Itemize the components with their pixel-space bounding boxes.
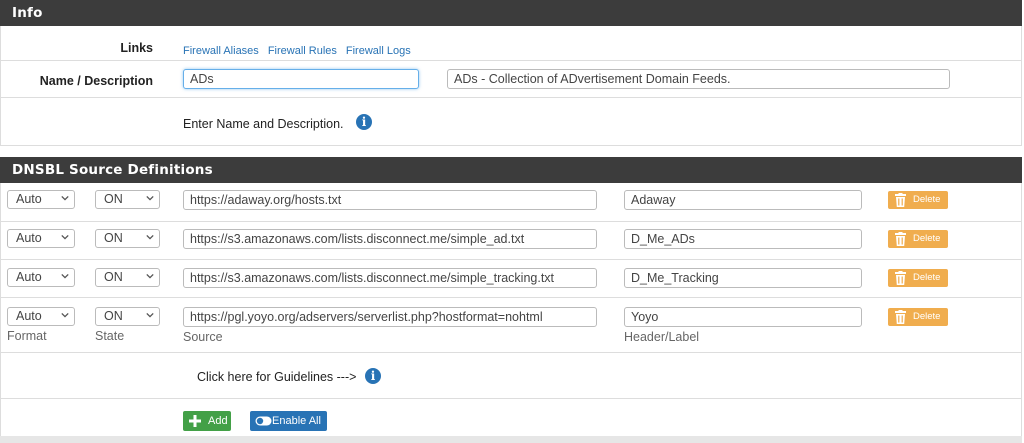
source-row: Auto ON https://s3.amazonaws.com/lists.d… [1,259,1021,298]
source-row: Auto ON https://s3.amazonaws.com/lists.d… [1,221,1021,260]
scroll-edge [0,436,1022,443]
chevron-down-icon [146,273,154,279]
source-url-input[interactable]: https://pgl.yoyo.org/adservers/serverlis… [183,307,597,327]
state-value: ON [104,270,123,284]
delete-button[interactable]: Delete [888,191,948,209]
state-value: ON [104,231,123,245]
guidelines-text[interactable]: Click here for Guidelines ---> [197,370,356,384]
state-select[interactable]: ON [95,190,160,209]
header-label-input[interactable]: D_Me_Tracking [624,268,862,288]
chevron-down-icon [61,273,69,279]
delete-label: Delete [913,194,941,205]
format-select[interactable]: Auto [7,229,75,248]
format-caption: Format [7,329,47,343]
format-select[interactable]: Auto [7,307,75,326]
name-description-row: Name / Description ADs ADs - Collection … [1,61,1021,98]
name-help-row: Enter Name and Description. i [1,98,1021,146]
links-row: Links Firewall Aliases Firewall Rules Fire… [1,26,1021,61]
chevron-down-icon [146,234,154,240]
delete-button[interactable]: Delete [888,308,948,326]
source-row: Auto ON https://adaway.org/hosts.txt Ada… [1,183,1021,222]
source-url-input[interactable]: https://s3.amazonaws.com/lists.disconnec… [183,268,597,288]
delete-button[interactable]: Delete [888,269,948,287]
format-select[interactable]: Auto [7,268,75,287]
info-icon[interactable]: i [356,114,372,130]
chevron-down-icon [61,312,69,318]
format-value: Auto [16,270,42,284]
state-select[interactable]: ON [95,268,160,287]
firewall-logs-link[interactable]: Firewall Logs [346,45,411,57]
guidelines-row: Click here for Guidelines ---> i [1,352,1021,399]
dnsbl-panel: DNSBL Source Definitions Auto ON https:/… [0,157,1022,443]
plus-icon [189,415,201,427]
trash-icon [895,193,906,207]
source-url-input[interactable]: https://s3.amazonaws.com/lists.disconnec… [183,229,597,249]
toggle-icon [255,416,272,426]
delete-label: Delete [913,233,941,244]
format-value: Auto [16,192,42,206]
state-select[interactable]: ON [95,307,160,326]
delete-button[interactable]: Delete [888,230,948,248]
state-value: ON [104,309,123,323]
name-description-label: Name / Description [39,74,153,88]
trash-icon [895,232,906,246]
chevron-down-icon [61,234,69,240]
enable-all-label: Enable All [272,415,321,427]
name-input[interactable]: ADs [183,69,419,89]
description-input[interactable]: ADs - Collection of ADvertisement Domain… [447,69,950,89]
info-panel: Info Links Firewall Aliases Firewall Rule… [0,0,1022,146]
state-value: ON [104,192,123,206]
trash-icon [895,271,906,285]
format-value: Auto [16,309,42,323]
info-panel-title: Info [0,0,1022,26]
links-group: Firewall Aliases Firewall Rules Firewall L… [183,42,420,57]
chevron-down-icon [146,195,154,201]
header-label-input[interactable]: Yoyo [624,307,862,327]
state-select[interactable]: ON [95,229,160,248]
name-help-text: Enter Name and Description. [183,117,344,131]
firewall-aliases-link[interactable]: Firewall Aliases [183,45,259,57]
chevron-down-icon [61,195,69,201]
firewall-rules-link[interactable]: Firewall Rules [268,45,337,57]
info-icon[interactable]: i [365,368,381,384]
header-label-input[interactable]: D_Me_ADs [624,229,862,249]
enable-all-button[interactable]: Enable All [250,411,327,431]
dnsbl-panel-title: DNSBL Source Definitions [0,157,1022,183]
chevron-down-icon [146,312,154,318]
format-value: Auto [16,231,42,245]
source-caption: Source [183,330,223,344]
delete-label: Delete [913,272,941,283]
source-row: Auto ON https://pgl.yoyo.org/adservers/s… [1,297,1021,353]
add-button[interactable]: Add [183,411,231,431]
trash-icon [895,310,906,324]
delete-label: Delete [913,311,941,322]
header-label-input[interactable]: Adaway [624,190,862,210]
format-select[interactable]: Auto [7,190,75,209]
links-label: Links [120,41,153,55]
source-url-input[interactable]: https://adaway.org/hosts.txt [183,190,597,210]
state-caption: State [95,329,125,343]
add-label: Add [208,415,228,427]
header-label-caption: Header/Label [624,330,700,344]
